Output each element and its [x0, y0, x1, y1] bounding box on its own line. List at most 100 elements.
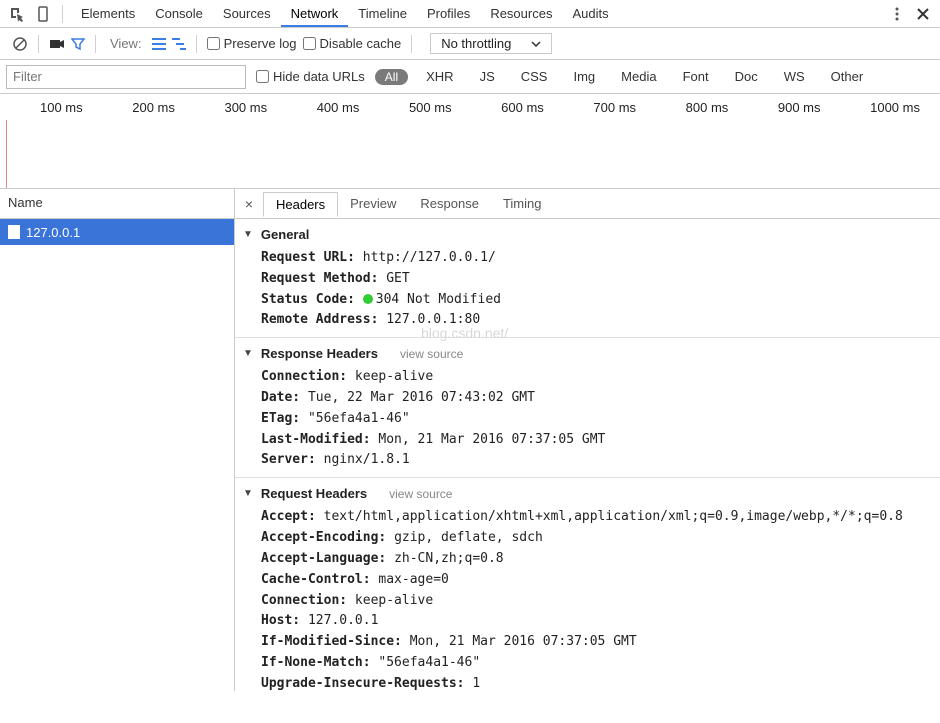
request-detail: × HeadersPreviewResponseTiming ▼General R… [235, 189, 940, 691]
header-entry: If-Modified-Since: Mon, 21 Mar 2016 07:3… [235, 632, 940, 653]
header-entry: Date: Tue, 22 Mar 2016 07:43:02 GMT [235, 388, 940, 409]
timeline-tick: 500 ms [409, 100, 452, 115]
type-filter-font[interactable]: Font [675, 67, 717, 86]
header-key: Last-Modified: [261, 432, 378, 447]
status-dot-icon [363, 294, 373, 304]
view-waterfall-icon[interactable] [172, 38, 186, 50]
timeline-tick: 900 ms [778, 100, 821, 115]
header-value: "56efa4a1-46" [308, 411, 410, 426]
header-entry: If-None-Match: "56efa4a1-46" [235, 653, 940, 674]
detail-tab-headers[interactable]: Headers [263, 192, 338, 217]
throttling-label: No throttling [441, 36, 511, 51]
header-key: If-None-Match: [261, 655, 378, 670]
tab-sources[interactable]: Sources [213, 2, 281, 25]
header-value: 127.0.0.1:80 [386, 312, 480, 327]
kebab-menu-icon[interactable] [886, 3, 908, 25]
request-name: 127.0.0.1 [26, 225, 80, 240]
type-filter-ws[interactable]: WS [776, 67, 813, 86]
section-title: Request Headers [261, 485, 367, 504]
timeline-tick: 700 ms [593, 100, 636, 115]
disable-cache-label: Disable cache [320, 36, 402, 51]
devtools-tab-bar: ElementsConsoleSourcesNetworkTimelinePro… [0, 0, 940, 28]
header-key: Upgrade-Insecure-Requests: [261, 676, 472, 691]
clear-icon[interactable] [12, 36, 28, 52]
inspect-icon[interactable] [6, 3, 28, 25]
type-filter-js[interactable]: JS [472, 67, 503, 86]
view-list-icon[interactable] [152, 38, 166, 50]
timeline-overview[interactable]: 100 ms200 ms300 ms400 ms500 ms600 ms700 … [0, 94, 940, 189]
header-entry: ETag: "56efa4a1-46" [235, 409, 940, 430]
header-entry: Request Method: GET [235, 269, 940, 290]
header-entry: Cache-Control: max-age=0 [235, 570, 940, 591]
tab-console[interactable]: Console [145, 2, 213, 25]
document-icon [8, 225, 20, 239]
type-filter-xhr[interactable]: XHR [418, 67, 461, 86]
type-filter-all[interactable]: All [375, 69, 408, 85]
header-entry: Connection: keep-alive [235, 591, 940, 612]
detail-tab-preview[interactable]: Preview [338, 192, 408, 216]
close-icon[interactable] [912, 3, 934, 25]
type-filter-doc[interactable]: Doc [727, 67, 766, 86]
header-key: If-Modified-Since: [261, 634, 410, 649]
tab-timeline[interactable]: Timeline [348, 2, 417, 25]
tab-elements[interactable]: Elements [71, 2, 145, 25]
header-value: GET [386, 271, 409, 286]
timeline-tick: 400 ms [317, 100, 360, 115]
header-value: nginx/1.8.1 [324, 452, 410, 467]
tab-resources[interactable]: Resources [480, 2, 562, 25]
close-detail-button[interactable]: × [235, 196, 263, 212]
header-entry: Connection: keep-alive [235, 367, 940, 388]
header-value: "56efa4a1-46" [378, 655, 480, 670]
filter-bar: Hide data URLs All XHR JS CSS Img Media Font Do… [0, 60, 940, 94]
view-source-link[interactable]: view source [389, 486, 452, 503]
header-value: text/html,application/xhtml+xml,applicat… [324, 509, 903, 524]
section-header[interactable]: ▼General [235, 223, 940, 248]
header-key: Status Code: [261, 292, 363, 307]
preserve-log-checkbox[interactable]: Preserve log [207, 36, 297, 51]
timeline-tick: 1000 ms [870, 100, 920, 115]
hide-data-urls-label: Hide data URLs [273, 69, 365, 84]
tab-network[interactable]: Network [281, 2, 349, 27]
section-header[interactable]: ▼Request Headersview source [235, 482, 940, 507]
type-filter-media[interactable]: Media [613, 67, 664, 86]
name-column-header[interactable]: Name [0, 189, 234, 219]
divider [411, 35, 412, 53]
timeline-tick: 200 ms [132, 100, 175, 115]
type-filter-other[interactable]: Other [823, 67, 872, 86]
header-value: Mon, 21 Mar 2016 07:37:05 GMT [410, 634, 637, 649]
view-label: View: [110, 36, 142, 51]
hide-data-urls-checkbox[interactable]: Hide data URLs [256, 69, 365, 84]
filter-icon[interactable] [71, 37, 85, 51]
header-key: Host: [261, 613, 308, 628]
header-entry: Accept-Encoding: gzip, deflate, sdch [235, 528, 940, 549]
device-mode-icon[interactable] [32, 3, 54, 25]
detail-tab-timing[interactable]: Timing [491, 192, 554, 216]
header-key: Accept-Encoding: [261, 530, 394, 545]
detail-tab-response[interactable]: Response [408, 192, 491, 216]
tab-profiles[interactable]: Profiles [417, 2, 480, 25]
camera-icon[interactable] [49, 38, 65, 50]
throttling-select[interactable]: No throttling [430, 33, 552, 54]
disable-cache-checkbox[interactable]: Disable cache [303, 36, 402, 51]
header-key: Remote Address: [261, 312, 386, 327]
header-entry: Server: nginx/1.8.1 [235, 450, 940, 471]
request-row[interactable]: 127.0.0.1 [0, 219, 234, 245]
section-header[interactable]: ▼Response Headersview source [235, 342, 940, 367]
timeline-tick: 100 ms [40, 100, 83, 115]
view-source-link[interactable]: view source [400, 346, 463, 363]
header-key: Connection: [261, 369, 355, 384]
timeline-marker [6, 120, 7, 188]
type-filter-img[interactable]: Img [565, 67, 603, 86]
header-value: 127.0.0.1 [308, 613, 378, 628]
request-list: Name 127.0.0.1 [0, 189, 235, 691]
type-filter-css[interactable]: CSS [513, 67, 556, 86]
tab-audits[interactable]: Audits [562, 2, 618, 25]
chevron-down-icon [531, 41, 541, 47]
header-value: http://127.0.0.1/ [363, 250, 496, 265]
header-entry: Upgrade-Insecure-Requests: 1 [235, 674, 940, 691]
header-key: ETag: [261, 411, 308, 426]
header-value: zh-CN,zh;q=0.8 [394, 551, 504, 566]
divider [196, 35, 197, 53]
header-value: keep-alive [355, 593, 433, 608]
filter-input[interactable] [6, 65, 246, 89]
